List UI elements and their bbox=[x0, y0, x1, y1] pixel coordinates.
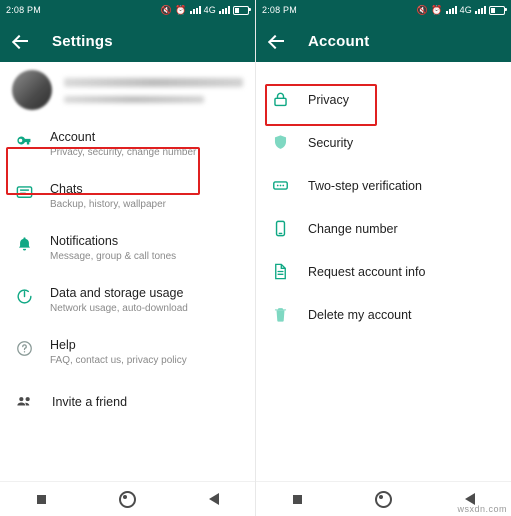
network-4g-icon: 4G bbox=[459, 4, 472, 15]
right-app-bar: Account bbox=[256, 20, 511, 62]
avatar bbox=[12, 70, 52, 110]
watermark: wsxdn.com bbox=[457, 504, 507, 514]
signal-icon bbox=[445, 6, 457, 14]
right-status-bar: 2:08 PM 🔇 ⏰ 4G bbox=[256, 0, 511, 20]
account-item-change-number-title: Change number bbox=[308, 221, 398, 236]
account-item-delete-account-title: Delete my account bbox=[308, 307, 412, 322]
sidebar-item-account[interactable]: Account Privacy, security, change number bbox=[0, 120, 255, 172]
settings-list: Account Privacy, security, change number… bbox=[0, 118, 255, 423]
chat-icon bbox=[12, 183, 36, 202]
sidebar-item-chats-title: Chats bbox=[50, 182, 83, 196]
sidebar-item-data-storage-title: Data and storage usage bbox=[50, 286, 184, 300]
left-phone-screen: 2:08 PM 🔇 ⏰ 4G Settings Account Privacy,… bbox=[0, 0, 256, 516]
sidebar-item-help-subtitle: FAQ, contact us, privacy policy bbox=[50, 355, 187, 366]
account-item-request-info-title: Request account info bbox=[308, 264, 426, 279]
sidebar-item-help-title: Help bbox=[50, 338, 76, 352]
profile-name-blurred bbox=[64, 77, 243, 87]
back-arrow-icon[interactable] bbox=[10, 30, 32, 52]
account-list: Privacy Security Two-step verification C… bbox=[256, 62, 511, 336]
bell-icon bbox=[12, 235, 36, 254]
sidebar-item-account-subtitle: Privacy, security, change number bbox=[50, 147, 197, 158]
sidebar-item-data-storage-text: Data and storage usage Network usage, au… bbox=[50, 285, 188, 316]
sidebar-item-notifications-title: Notifications bbox=[50, 234, 119, 248]
network-4g-icon: 4G bbox=[203, 4, 216, 15]
phone-icon bbox=[268, 219, 292, 238]
left-status-icons: 🔇 ⏰ 4G bbox=[160, 4, 251, 15]
sidebar-item-notifications-subtitle: Message, group & call tones bbox=[50, 251, 177, 262]
profile-row[interactable] bbox=[0, 62, 255, 118]
sidebar-item-invite-friend-title: Invite a friend bbox=[52, 394, 128, 409]
profile-status-blurred bbox=[64, 95, 204, 103]
left-status-bar: 2:08 PM 🔇 ⏰ 4G bbox=[0, 0, 255, 20]
sidebar-item-notifications-text: Notifications Message, group & call tone… bbox=[50, 233, 176, 264]
account-item-delete-account[interactable]: Delete my account bbox=[256, 293, 511, 336]
battery-icon bbox=[489, 5, 507, 15]
mute-icon: 🔇 bbox=[160, 4, 173, 15]
signal2-icon bbox=[475, 6, 486, 14]
account-item-privacy-title: Privacy bbox=[308, 92, 349, 107]
sidebar-item-notifications[interactable]: Notifications Message, group & call tone… bbox=[0, 224, 255, 276]
help-icon bbox=[12, 339, 36, 358]
sidebar-item-chats[interactable]: Chats Backup, history, wallpaper bbox=[0, 172, 255, 224]
sidebar-item-account-title: Account bbox=[50, 130, 96, 144]
sidebar-item-account-text: Account Privacy, security, change number bbox=[50, 129, 196, 160]
back-triangle-icon[interactable] bbox=[208, 493, 219, 505]
right-nav-bar: wsxdn.com bbox=[256, 481, 511, 516]
back-arrow-icon[interactable] bbox=[266, 30, 288, 52]
sidebar-item-chats-subtitle: Backup, history, wallpaper bbox=[50, 199, 166, 210]
sidebar-item-help[interactable]: Help FAQ, contact us, privacy policy bbox=[0, 328, 255, 380]
signal-icon bbox=[189, 6, 201, 14]
right-phone-screen: 2:08 PM 🔇 ⏰ 4G Account Privacy Security … bbox=[256, 0, 511, 516]
dual-screenshot: 2:08 PM 🔇 ⏰ 4G Settings Account Privacy,… bbox=[0, 0, 511, 516]
account-item-two-step-title: Two-step verification bbox=[308, 178, 422, 193]
trash-icon bbox=[268, 305, 292, 324]
data-usage-icon bbox=[12, 287, 36, 306]
right-status-time: 2:08 PM bbox=[262, 5, 297, 15]
right-status-icons: 🔇 ⏰ 4G bbox=[416, 4, 507, 15]
lock-icon bbox=[268, 90, 292, 109]
account-item-two-step[interactable]: Two-step verification bbox=[256, 164, 511, 207]
account-item-change-number[interactable]: Change number bbox=[256, 207, 511, 250]
sidebar-item-help-text: Help FAQ, contact us, privacy policy bbox=[50, 337, 187, 368]
alarm-icon: ⏰ bbox=[175, 4, 187, 15]
account-item-security-title: Security bbox=[308, 135, 354, 150]
profile-text-blurred bbox=[64, 77, 243, 103]
signal2-icon bbox=[219, 6, 230, 14]
mute-icon: 🔇 bbox=[416, 4, 429, 15]
sidebar-item-data-storage-subtitle: Network usage, auto-download bbox=[50, 303, 188, 314]
left-app-bar: Settings bbox=[0, 20, 255, 62]
people-icon bbox=[12, 392, 36, 411]
recents-square-icon[interactable] bbox=[292, 494, 302, 504]
home-circle-icon[interactable] bbox=[118, 490, 136, 508]
shield-icon bbox=[268, 133, 292, 152]
battery-icon bbox=[233, 5, 251, 15]
account-item-privacy[interactable]: Privacy bbox=[256, 78, 511, 121]
home-circle-icon[interactable] bbox=[374, 490, 392, 508]
alarm-icon: ⏰ bbox=[431, 4, 443, 15]
left-page-title: Settings bbox=[52, 32, 113, 50]
sidebar-item-invite-friend[interactable]: Invite a friend bbox=[0, 380, 255, 423]
left-status-time: 2:08 PM bbox=[6, 5, 41, 15]
right-page-title: Account bbox=[308, 32, 370, 50]
recents-square-icon[interactable] bbox=[36, 494, 46, 504]
key-icon bbox=[12, 131, 36, 150]
account-item-request-info[interactable]: Request account info bbox=[256, 250, 511, 293]
document-icon bbox=[268, 262, 292, 281]
account-item-security[interactable]: Security bbox=[256, 121, 511, 164]
left-nav-bar bbox=[0, 481, 255, 516]
sidebar-item-chats-text: Chats Backup, history, wallpaper bbox=[50, 181, 166, 212]
sidebar-item-data-storage[interactable]: Data and storage usage Network usage, au… bbox=[0, 276, 255, 328]
two-step-icon bbox=[268, 176, 292, 195]
